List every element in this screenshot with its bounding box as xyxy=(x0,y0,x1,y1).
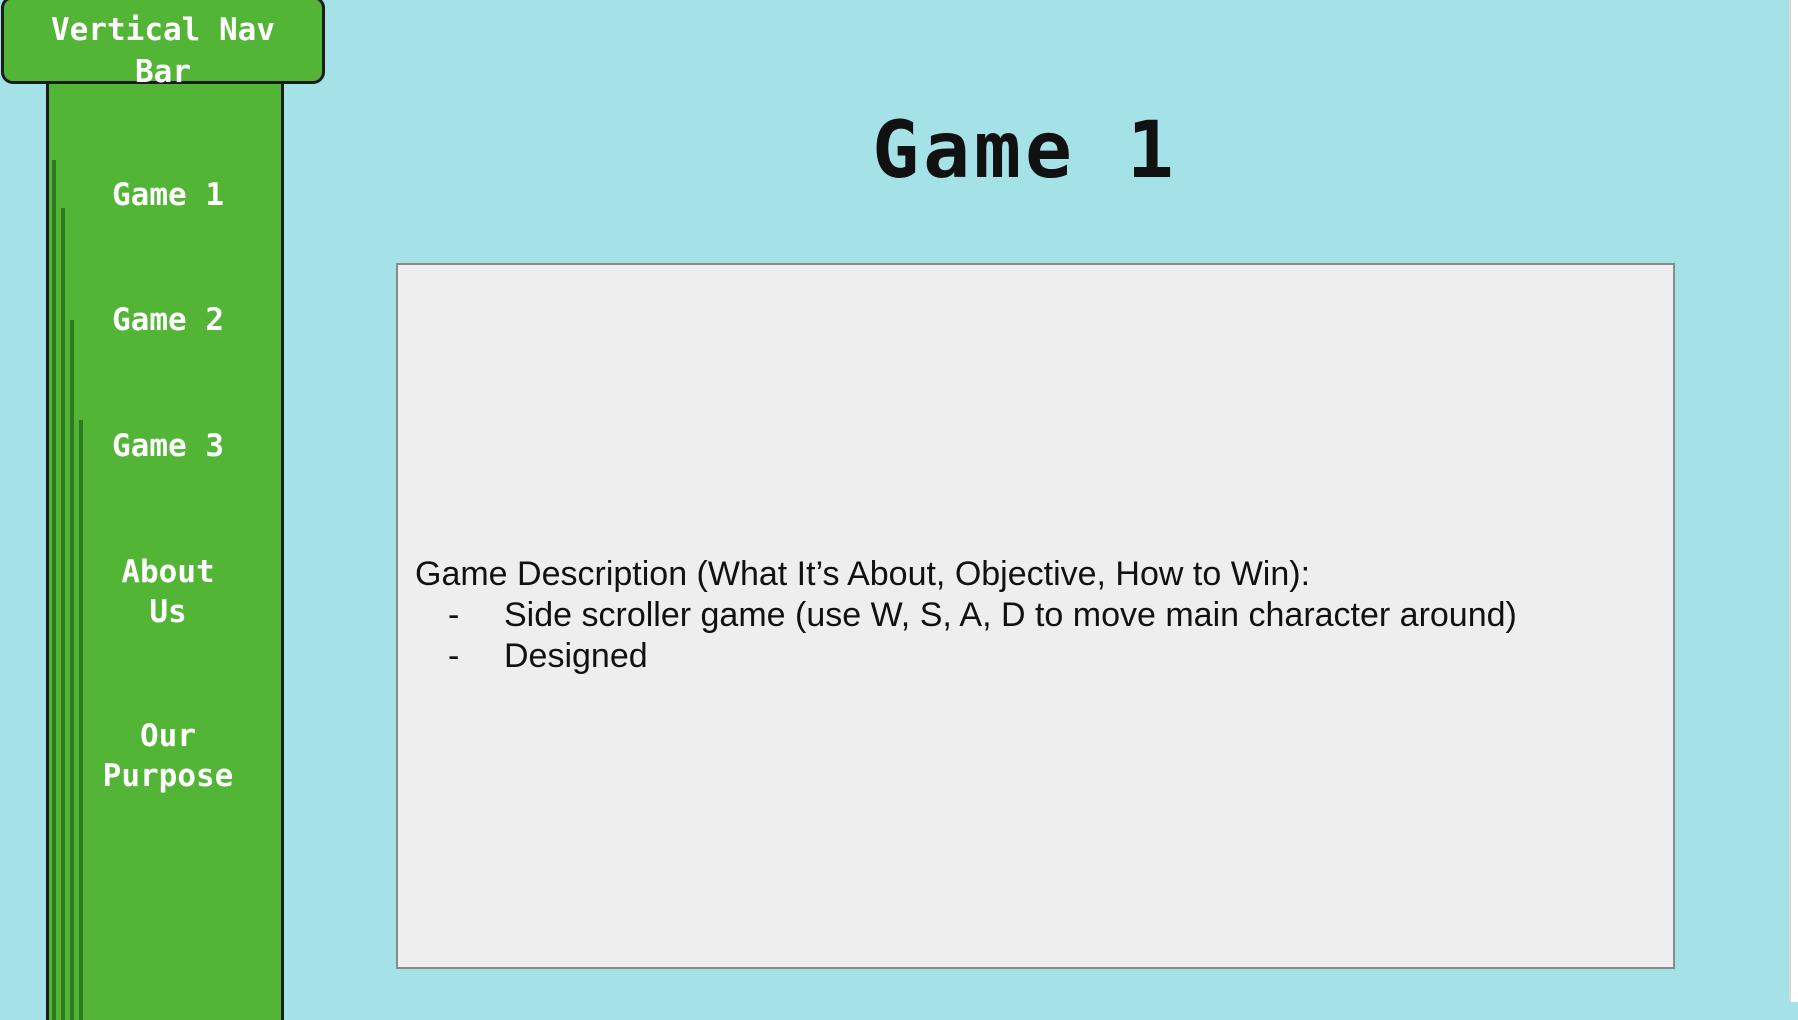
nav-title: Vertical Nav Bar xyxy=(51,12,275,90)
description-bullet: - Designed xyxy=(415,636,1517,677)
nav-item-game-1[interactable]: Game 1 xyxy=(49,175,287,215)
nav-item-about-us[interactable]: About Us xyxy=(49,552,287,632)
description-heading: Game Description (What It’s About, Objec… xyxy=(415,555,1311,593)
game-content-panel: Game Description (What It’s About, Objec… xyxy=(396,263,1675,969)
pipe-shade-line xyxy=(70,320,74,1020)
bullet-text: Side scroller game (use W, S, A, D to mo… xyxy=(504,596,1517,634)
bullet-marker: - xyxy=(448,596,460,634)
page-title: Game 1 xyxy=(872,106,1178,196)
description-bullet: - Side scroller game (use W, S, A, D to … xyxy=(415,595,1517,636)
nav-item-game-3[interactable]: Game 3 xyxy=(49,426,287,466)
game-description: Game Description (What It’s About, Objec… xyxy=(415,554,1517,677)
bullet-marker: - xyxy=(448,637,460,675)
bullet-text: Designed xyxy=(504,637,648,675)
nav-item-our-purpose[interactable]: Our Purpose xyxy=(49,716,287,796)
nav-header: Vertical Nav Bar xyxy=(1,0,325,90)
nav-item-game-2[interactable]: Game 2 xyxy=(49,300,287,340)
nav-pipe: Game 1 Game 2 Game 3 About Us Our Purpos… xyxy=(46,80,284,1020)
window-edge xyxy=(1789,0,1798,1002)
